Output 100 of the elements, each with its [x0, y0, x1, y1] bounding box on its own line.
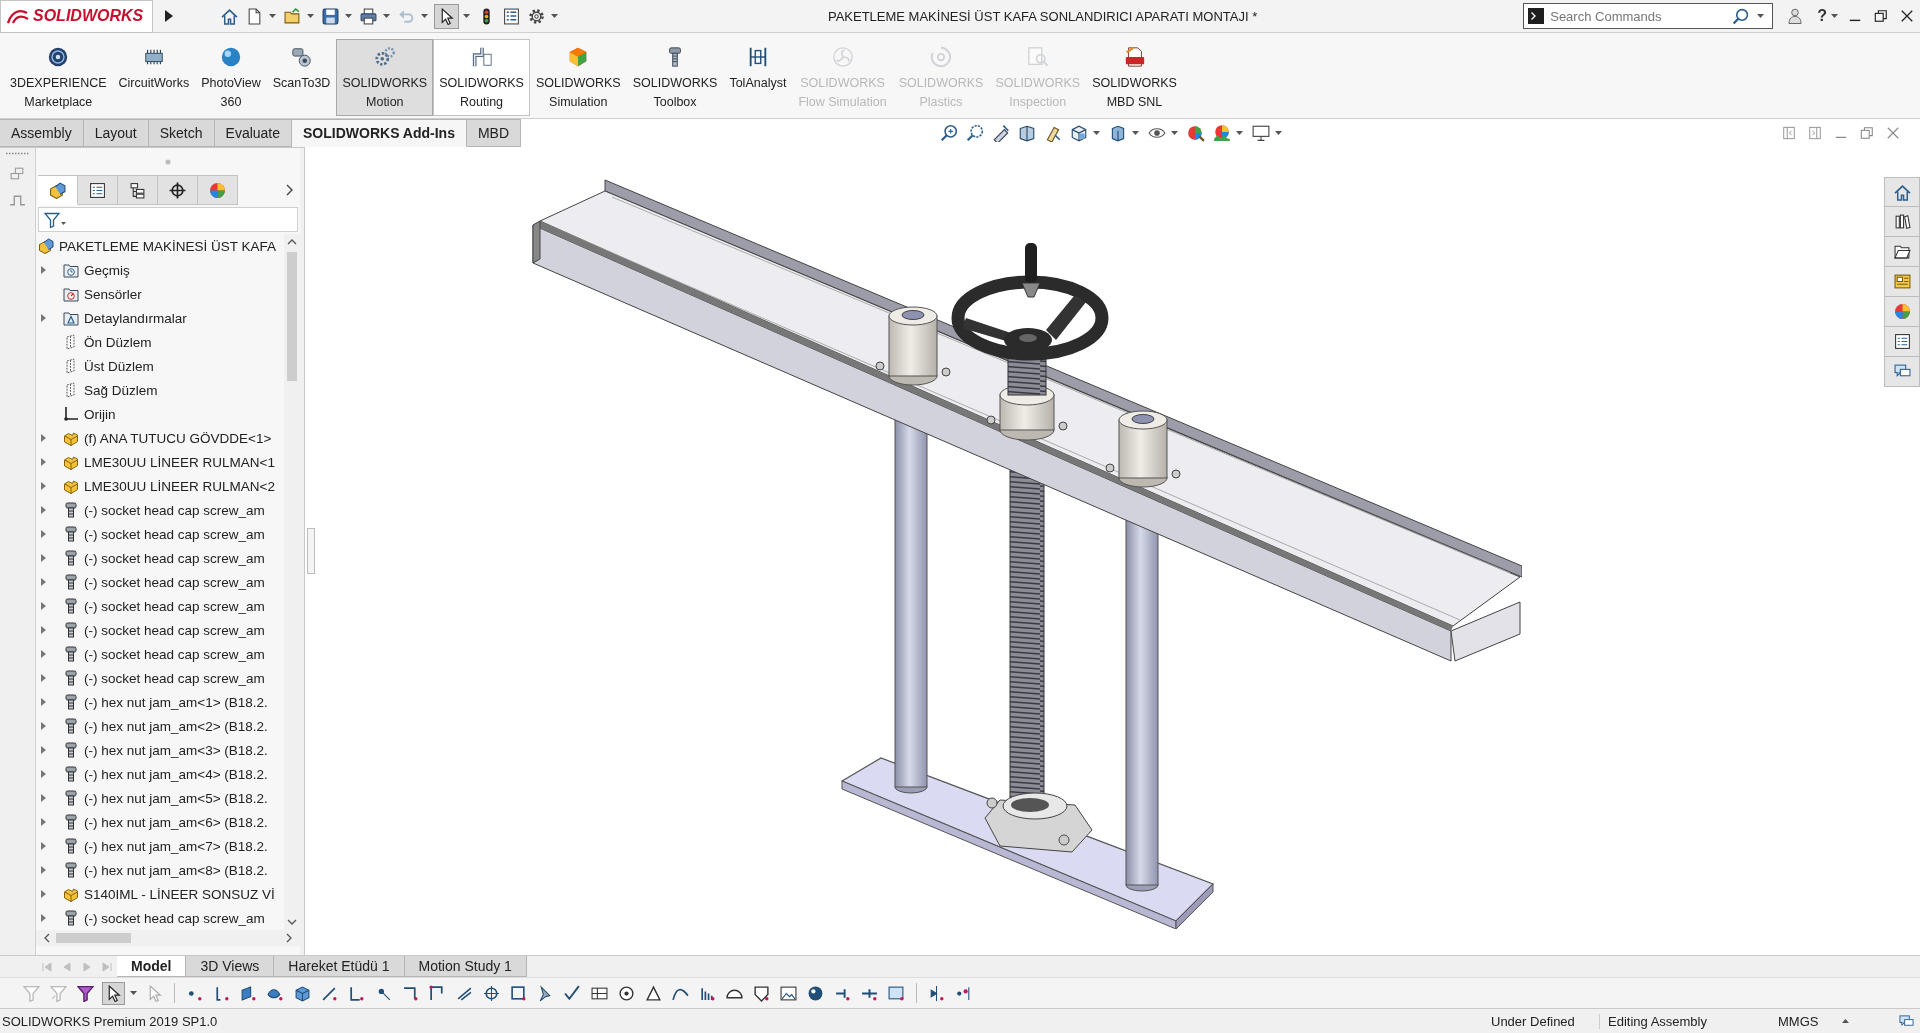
gear-icon[interactable]: [528, 7, 545, 25]
caret-icon[interactable]: [1757, 14, 1765, 18]
pencil-icon[interactable]: [1044, 124, 1062, 142]
tree-item[interactable]: Ön Düzlem: [84, 334, 152, 350]
caret-icon[interactable]: [1132, 131, 1139, 135]
monitor-icon[interactable]: [1252, 124, 1270, 142]
tree-item[interactable]: LME30UU LİNEER RULMAN<2: [84, 478, 275, 494]
panel-right-icon[interactable]: [1808, 126, 1822, 140]
splitter-handle[interactable]: [306, 528, 315, 574]
folder-icon[interactable]: [284, 7, 301, 25]
square-icon[interactable]: [510, 984, 527, 1002]
scrollbar-thumb[interactable]: [56, 933, 131, 943]
task-pane-tab[interactable]: [1884, 327, 1920, 357]
caret-icon[interactable]: [421, 14, 428, 18]
grip-icon[interactable]: [5, 152, 30, 155]
image-icon[interactable]: [780, 984, 797, 1002]
ribbon-button[interactable]: SOLIDWORKS Motion: [336, 39, 434, 116]
caret-icon[interactable]: [1831, 14, 1838, 18]
shield-icon[interactable]: [753, 984, 770, 1002]
tree-item[interactable]: (-) socket head cap screw_am: [84, 502, 265, 518]
printer-icon[interactable]: [360, 7, 377, 25]
view-cube-icon[interactable]: [1070, 124, 1088, 142]
ball-landscape-icon[interactable]: [1213, 124, 1231, 142]
ribbon-tab[interactable]: Layout: [83, 119, 149, 147]
study-tab[interactable]: Motion Study 1: [404, 956, 527, 977]
search-input[interactable]: Search Commands: [1550, 6, 1727, 26]
target-icon[interactable]: [483, 984, 500, 1002]
tree-item[interactable]: (-) socket head cap screw_am: [84, 550, 265, 566]
tree-item[interactable]: Sağ Düzlem: [84, 382, 158, 398]
ribbon-tab[interactable]: Evaluate: [214, 119, 293, 147]
ribbon-tab[interactable]: MBD: [466, 119, 522, 147]
ribbon-tab[interactable]: Sketch: [148, 119, 215, 147]
caret-icon[interactable]: [463, 14, 470, 18]
tree-item[interactable]: (-) socket head cap screw_am: [84, 574, 265, 590]
cursor-icon[interactable]: [102, 981, 125, 1005]
tree-item[interactable]: (-) hex nut jam_am<4> (B18.2.: [84, 766, 268, 782]
pencil-icon[interactable]: [992, 124, 1010, 142]
ribbon-tab[interactable]: Assembly: [0, 119, 84, 147]
tree-item[interactable]: S140IML - LİNEER SONSUZ Vİ: [84, 886, 275, 902]
panel-tab[interactable]: [78, 175, 118, 205]
cursor-icon[interactable]: [434, 3, 459, 29]
scrollbar-thumb[interactable]: [287, 252, 297, 381]
caret-icon[interactable]: [307, 14, 314, 18]
user-icon[interactable]: [1787, 7, 1804, 25]
shaded-box-icon[interactable]: [1109, 124, 1127, 142]
tree-item[interactable]: Geçmiş: [84, 262, 130, 278]
ribbon-button[interactable]: SOLIDWORKS Toolbox: [626, 39, 724, 116]
split-box-icon[interactable]: [1018, 124, 1036, 142]
grip-dot-icon[interactable]: [165, 158, 171, 165]
scroll-up-icon[interactable]: [287, 239, 297, 245]
zoom-area-icon[interactable]: [966, 124, 984, 142]
axis-icon[interactable]: [213, 984, 230, 1002]
search-field[interactable]: Search Commands: [1523, 3, 1774, 29]
triangle-bar-icon[interactable]: [928, 984, 945, 1002]
horizontal-scrollbar[interactable]: [36, 930, 300, 946]
caret-up-icon[interactable]: [1842, 1019, 1849, 1023]
filter-icon[interactable]: [44, 211, 60, 228]
study-tab[interactable]: Hareket Etüdü 1: [274, 956, 405, 977]
plane-icon[interactable]: [240, 984, 257, 1002]
dots-icon[interactable]: [955, 984, 972, 1002]
ribbon-button[interactable]: SOLIDWORKS Simulation: [529, 39, 627, 116]
list-icon[interactable]: [503, 7, 520, 25]
circle-icon[interactable]: [618, 984, 635, 1002]
tree-item[interactable]: (-) socket head cap screw_am: [84, 646, 265, 662]
task-pane-tab[interactable]: [1884, 357, 1920, 387]
close-icon[interactable]: [1900, 9, 1914, 23]
tree-item[interactable]: PAKETLEME MAKİNESİ ÜST KAFA: [59, 238, 277, 254]
panel-tab[interactable]: [118, 175, 158, 205]
chevron-right-icon[interactable]: [285, 184, 294, 196]
restore-icon[interactable]: [1874, 9, 1888, 23]
ribbon-tab[interactable]: SOLIDWORKS Add-Ins: [292, 119, 467, 147]
tree-item[interactable]: (-) hex nut jam_am<7> (B18.2.: [84, 838, 268, 854]
caret-icon[interactable]: [130, 991, 137, 995]
scroll-left-icon[interactable]: [44, 933, 50, 943]
caret-icon[interactable]: [551, 14, 558, 18]
corner-icon[interactable]: [402, 984, 419, 1002]
study-tab[interactable]: 3D Views: [186, 956, 275, 977]
scroll-right-icon[interactable]: [286, 933, 292, 943]
caret-icon[interactable]: [1236, 131, 1243, 135]
angle-icon[interactable]: [348, 984, 365, 1002]
task-pane-tab[interactable]: [1884, 207, 1920, 237]
tree-item[interactable]: (-) socket head cap screw_am: [84, 670, 265, 686]
task-pane-tab[interactable]: [1884, 177, 1920, 207]
caret-icon[interactable]: [383, 14, 390, 18]
ribbon-button[interactable]: SOLIDWORKS MBD SNL: [1086, 39, 1183, 116]
scroll-down-icon[interactable]: [287, 919, 297, 925]
arrowhead-icon[interactable]: [537, 984, 554, 1002]
tree-item[interactable]: Sensörler: [84, 286, 142, 302]
tree-item[interactable]: (-) socket head cap screw_am: [84, 622, 265, 638]
task-pane-tab[interactable]: [1884, 237, 1920, 267]
home-icon[interactable]: [221, 7, 238, 25]
caret-icon[interactable]: [1093, 131, 1100, 135]
caret-icon[interactable]: [61, 222, 66, 225]
cube-icon[interactable]: [294, 984, 311, 1002]
sphere-icon[interactable]: [807, 984, 824, 1002]
tree-item[interactable]: (-) socket head cap screw_am: [84, 526, 265, 542]
expand-arrow-icon[interactable]: [165, 10, 173, 22]
tree-item[interactable]: (-) hex nut jam_am<6> (B18.2.: [84, 814, 268, 830]
tree-item[interactable]: Üst Düzlem: [84, 358, 154, 374]
caret-icon[interactable]: [1171, 131, 1178, 135]
